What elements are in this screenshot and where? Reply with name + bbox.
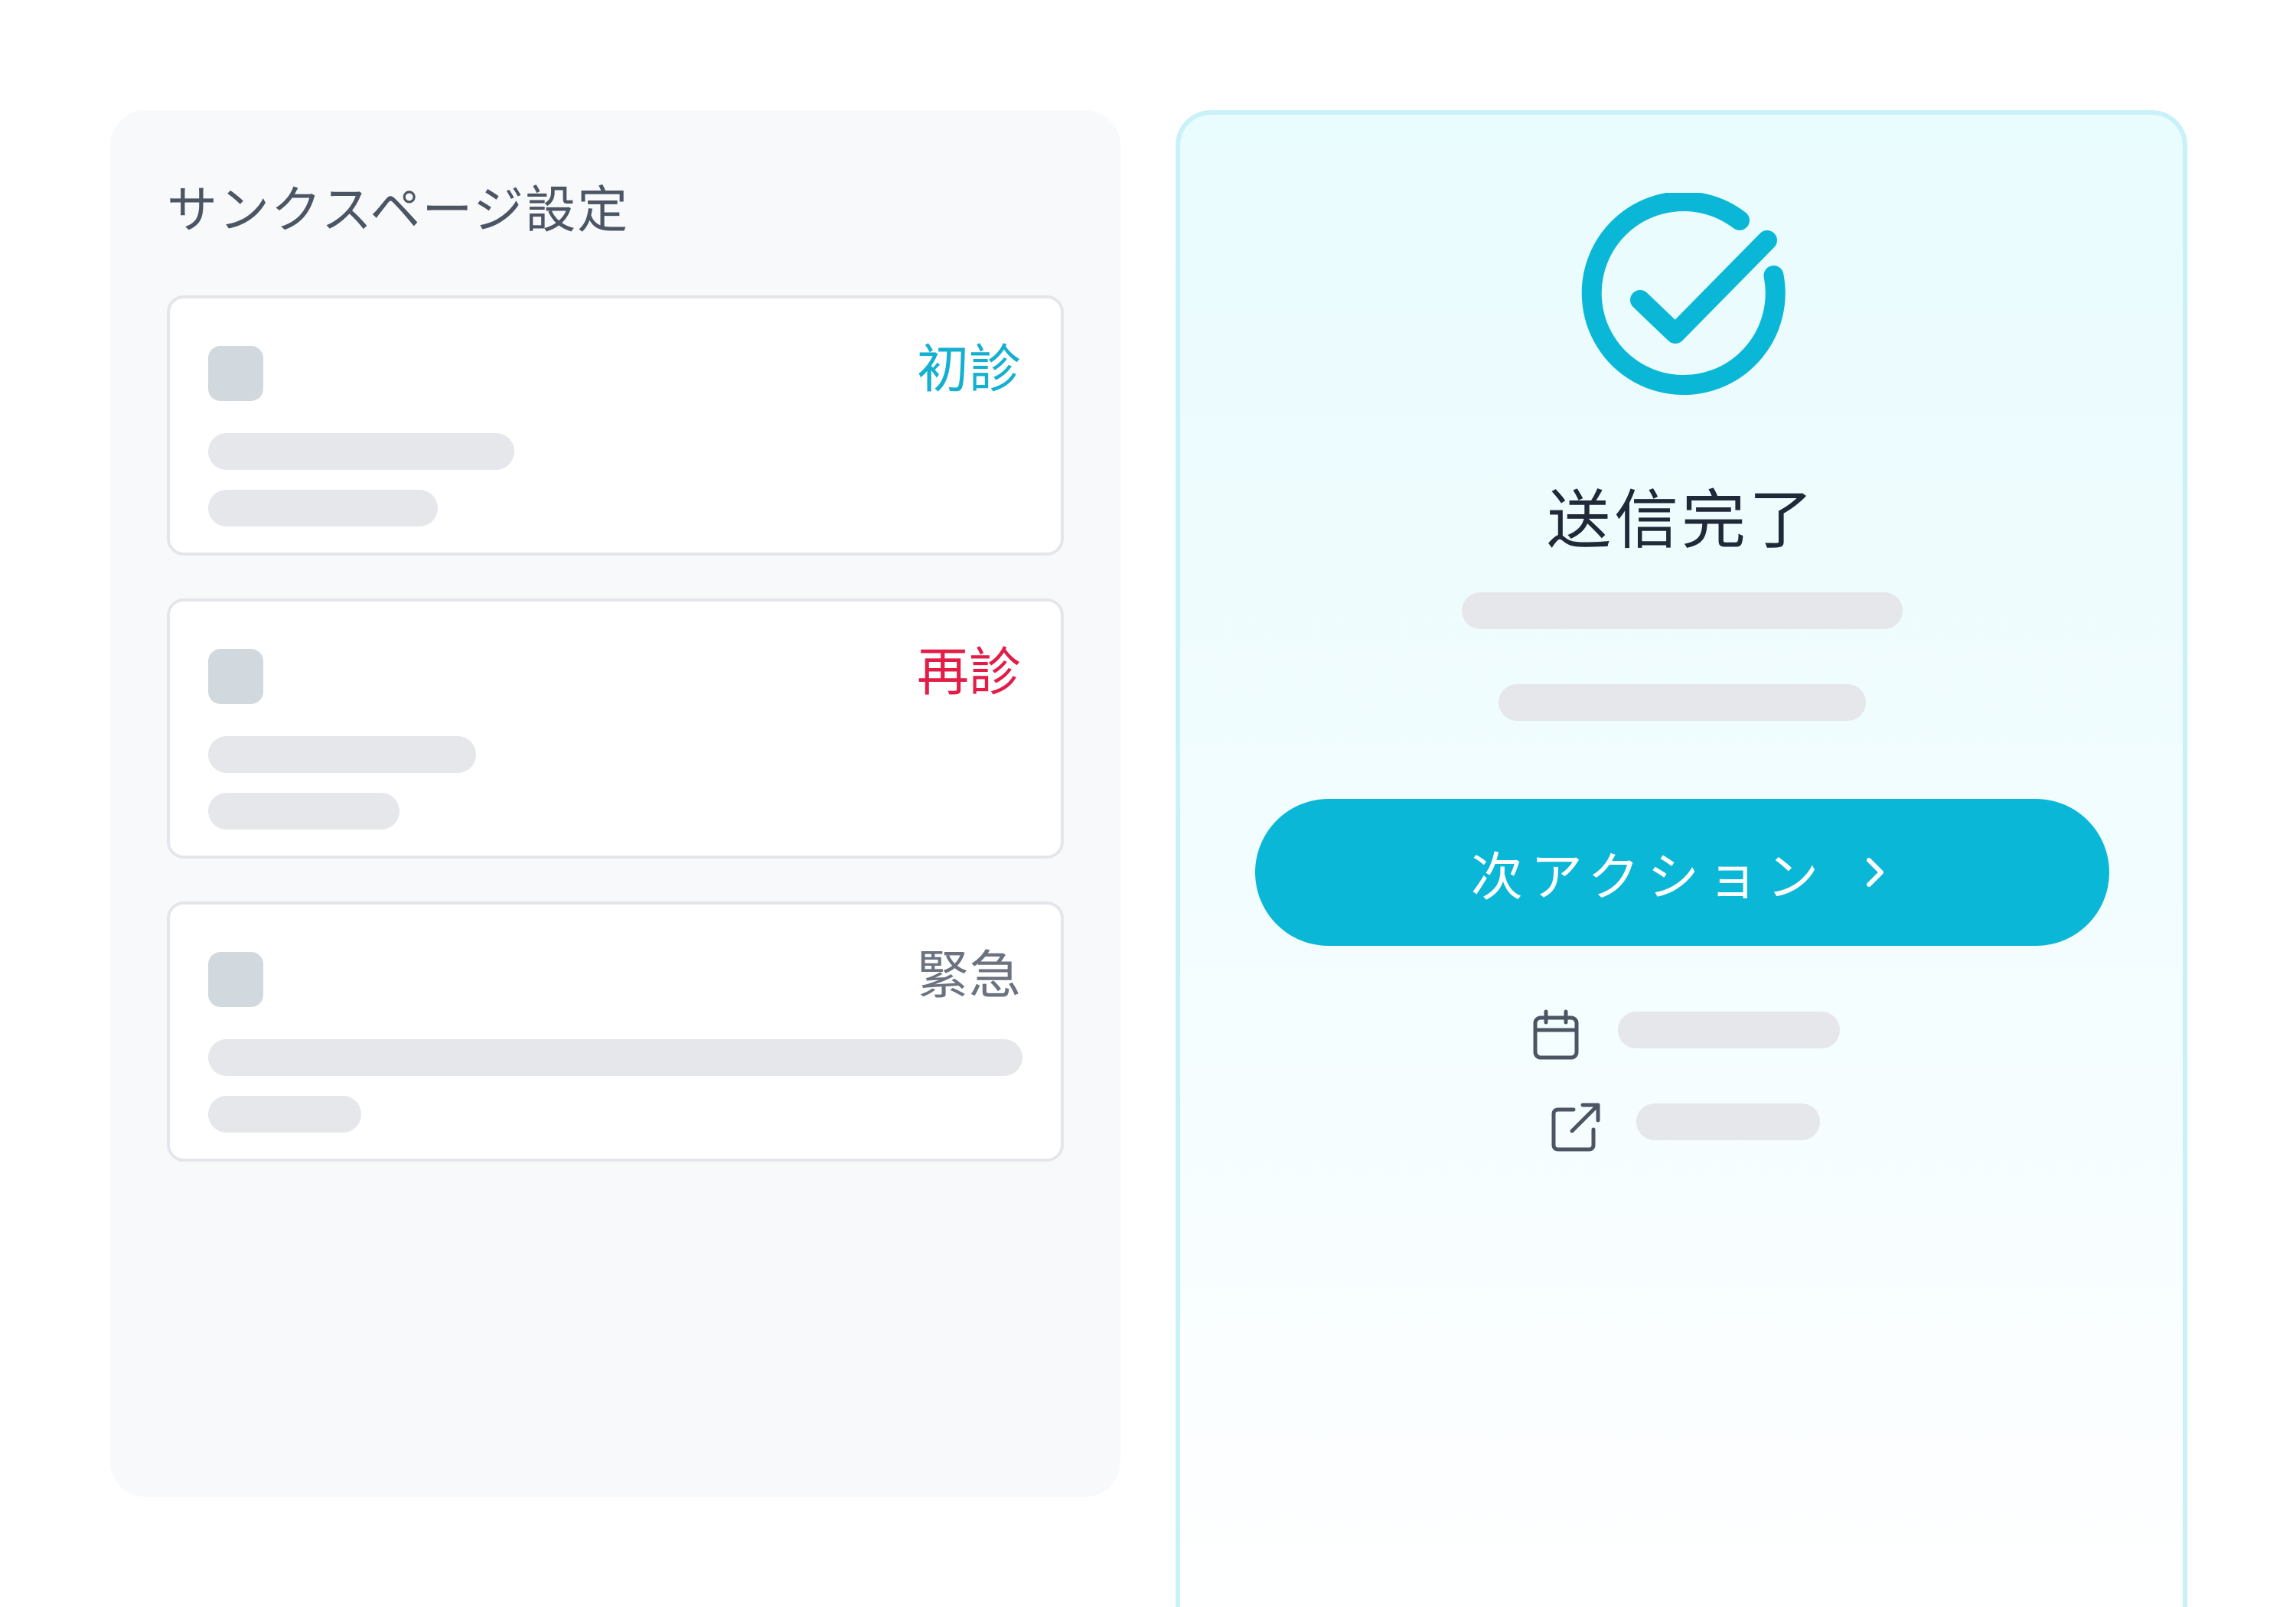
placeholder-line <box>1462 592 1903 629</box>
variant-label: 緊急 <box>916 946 1021 1006</box>
placeholder-line <box>1618 1012 1840 1048</box>
placeholder-line <box>1636 1103 1820 1140</box>
next-action-label: 次アクション <box>1470 847 1827 908</box>
external-link-icon <box>1551 1103 1600 1152</box>
thanks-page-preview: 送信完了 次アクション <box>1176 110 2187 1607</box>
check-circle-icon <box>1581 193 1786 395</box>
thanks-page-editor: サンクスページ設定 初診 再診 緊急 送信完了 次アクション <box>0 0 2296 1607</box>
next-action-button[interactable]: 次アクション <box>1255 799 2109 946</box>
placeholder-line <box>208 490 438 526</box>
variant-label: 初診 <box>916 340 1021 400</box>
placeholder-line <box>208 433 514 470</box>
placeholder-line <box>208 736 476 773</box>
card-thumbnail-icon <box>208 952 263 1007</box>
placeholder-line <box>1499 684 1866 721</box>
completion-title: 送信完了 <box>1546 483 1816 558</box>
chevron-right-icon <box>1867 858 1884 887</box>
variant-card-revisit[interactable]: 再診 <box>167 598 1064 859</box>
card-thumbnail-icon <box>208 346 263 401</box>
variant-card-urgent[interactable]: 緊急 <box>167 901 1064 1162</box>
panel-title: サンクスページ設定 <box>167 181 630 240</box>
variant-card-first-visit[interactable]: 初診 <box>167 295 1064 556</box>
settings-panel: サンクスページ設定 初診 再診 緊急 <box>110 110 1120 1497</box>
variant-label: 再診 <box>916 643 1021 703</box>
calendar-icon <box>1533 1009 1579 1060</box>
placeholder-line <box>208 1096 361 1133</box>
placeholder-line <box>208 793 400 830</box>
card-thumbnail-icon <box>208 649 263 704</box>
placeholder-line <box>208 1039 1022 1076</box>
